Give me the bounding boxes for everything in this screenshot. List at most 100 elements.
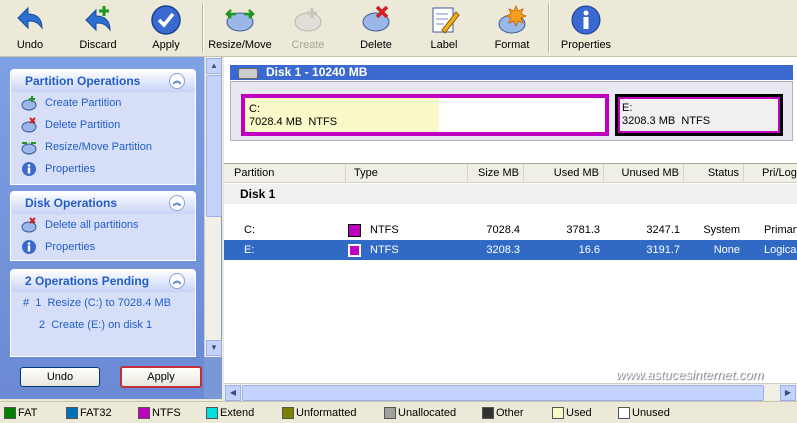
column-header-unused[interactable]: Unused MB — [604, 164, 684, 182]
discard-arrow-icon — [85, 6, 111, 32]
collapse-chevron-icon[interactable]: ︽ — [169, 73, 185, 89]
legend-label: Unused — [632, 407, 670, 419]
column-header-partition[interactable]: Partition — [224, 164, 346, 182]
ntfs-color-swatch — [348, 244, 361, 257]
column-header-type[interactable]: Type — [346, 164, 468, 182]
disk-title: Disk 1 - 10240 MB — [266, 65, 368, 79]
create-label: Create — [291, 39, 325, 51]
label-button[interactable]: Label — [420, 2, 468, 54]
partition-list: Partition Type Size MB Used MB Unused MB… — [224, 163, 797, 384]
cell-type: NTFS — [370, 244, 399, 256]
column-header-status[interactable]: Status — [684, 164, 744, 182]
partition-block-c[interactable]: C: 7028.4 MB NTFS — [241, 94, 609, 136]
partition-properties-link[interactable]: Properties — [11, 158, 195, 180]
pending-operation-label: 2 Create (E:) on disk 1 — [39, 319, 153, 331]
undo-button[interactable]: Undo — [6, 2, 54, 54]
partition-c-text: C: 7028.4 MB NTFS — [249, 103, 337, 129]
scroll-right-icon[interactable]: ▶ — [780, 385, 796, 401]
legend-label: NTFS — [152, 407, 181, 419]
partition-operations-title: Partition Operations — [25, 74, 141, 88]
resize-move-label: Resize/Move — [208, 39, 272, 51]
pending-operation-item[interactable]: 2 Create (E:) on disk 1 — [11, 314, 195, 336]
partition-e-name: E: — [622, 102, 633, 114]
resize-move-button[interactable]: Resize/Move — [208, 2, 272, 54]
disk-operations-header[interactable]: Disk Operations ︽ — [11, 192, 195, 214]
cell-unused: 3191.7 — [646, 244, 680, 256]
list-horizontal-scrollbar[interactable]: ◀ ▶ — [224, 383, 797, 401]
legend-item-used: Used — [552, 406, 592, 420]
legend-label: FAT — [18, 407, 38, 419]
legend-label: Extend — [220, 407, 255, 419]
pane-apply-button[interactable]: Apply — [120, 366, 202, 388]
create-partition-link[interactable]: Create Partition — [11, 92, 195, 114]
hard-disk-icon — [238, 68, 258, 79]
disk-view: Disk 1 - 10240 MB C: 7028.4 MB NTFS E: 3… — [224, 57, 797, 401]
pane-undo-button[interactable]: Undo — [20, 367, 100, 387]
disk-properties-link[interactable]: Properties — [11, 236, 195, 258]
properties-button[interactable]: Properties — [558, 2, 614, 54]
toolbar-separator — [548, 4, 550, 52]
legend-item-unallocated: Unallocated — [384, 406, 456, 420]
column-header-used[interactable]: Used MB — [524, 164, 604, 182]
task-pane-scrollbar[interactable]: ▲ ▼ — [204, 57, 222, 357]
cell-partition: E: — [244, 244, 255, 256]
disk-group-row[interactable]: Disk 1 — [224, 184, 797, 204]
legend-item-fat: FAT — [4, 406, 37, 420]
legend-swatch — [384, 407, 396, 419]
column-header-prilog[interactable]: Pri/Log — [744, 164, 797, 182]
pending-operation-item[interactable]: # 1 Resize (C:) to 7028.4 MB — [11, 292, 195, 314]
format-button[interactable]: Format — [488, 2, 536, 54]
collapse-chevron-icon[interactable]: ︽ — [169, 195, 185, 211]
disk-properties-label: Properties — [45, 241, 96, 253]
legend-item-unformatted: Unformatted — [282, 406, 357, 420]
legend-item-unused: Unused — [618, 406, 670, 420]
table-row[interactable]: C: NTFS 7028.4 3781.3 3247.1 System Prim… — [224, 220, 797, 240]
column-header-size[interactable]: Size MB — [468, 164, 524, 182]
create-partition-icon — [21, 96, 37, 111]
scroll-thumb[interactable] — [242, 385, 764, 401]
resize-partition-icon — [21, 142, 37, 155]
delete-all-partitions-link[interactable]: Delete all partitions — [11, 214, 195, 236]
scroll-thumb[interactable] — [206, 75, 222, 217]
cell-used: 16.6 — [578, 244, 600, 256]
delete-button[interactable]: Delete — [352, 2, 400, 54]
legend-label: Other — [496, 407, 524, 419]
scroll-up-icon[interactable]: ▲ — [206, 58, 222, 74]
create-partition-label: Create Partition — [45, 97, 122, 109]
ntfs-color-swatch — [348, 224, 361, 237]
cell-size: 3208.3 — [486, 244, 520, 256]
partition-block-e[interactable]: E: 3208.3 MB NTFS — [615, 94, 783, 136]
legend-label: Used — [566, 407, 592, 419]
cell-size: 7028.4 — [486, 224, 520, 236]
table-row-selected[interactable]: E: NTFS 3208.3 16.6 3191.7 None Logical — [224, 240, 797, 260]
undo-label: Undo — [16, 39, 44, 51]
label-pencil-icon — [432, 7, 460, 34]
legend-item-ntfs: NTFS — [138, 406, 181, 420]
disk-header: Disk 1 - 10240 MB — [230, 65, 793, 80]
scroll-left-icon[interactable]: ◀ — [225, 385, 241, 401]
apply-label: Apply — [152, 39, 180, 51]
partition-e-info: 3208.3 MB NTFS — [622, 115, 711, 127]
create-button[interactable]: Create — [284, 2, 332, 54]
task-pane-content: Partition Operations ︽ Create Partition … — [0, 57, 204, 399]
partition-c-name: C: — [249, 103, 260, 115]
disk-operations-group: Disk Operations ︽ Delete all partitions … — [10, 191, 196, 261]
discard-button[interactable]: Discard — [72, 2, 124, 54]
delete-disk-icon — [362, 5, 390, 32]
delete-partition-label: Delete Partition — [45, 119, 121, 131]
scroll-down-icon[interactable]: ▼ — [206, 340, 222, 356]
partition-operations-header[interactable]: Partition Operations ︽ — [11, 70, 195, 92]
legend-swatch — [482, 407, 494, 419]
cell-used: 3781.3 — [566, 224, 600, 236]
cell-status: System — [703, 224, 740, 236]
apply-button[interactable]: Apply — [142, 2, 190, 54]
pending-operations-header[interactable]: 2 Operations Pending ︽ — [11, 270, 195, 292]
delete-partition-link[interactable]: Delete Partition — [11, 114, 195, 136]
resize-move-partition-link[interactable]: Resize/Move Partition — [11, 136, 195, 158]
collapse-chevron-icon[interactable]: ︽ — [169, 273, 185, 289]
partition-properties-label: Properties — [45, 163, 96, 175]
cell-prilog: Primary — [764, 224, 797, 236]
watermark-text: www.astucesinternet.com — [616, 367, 764, 382]
legend-swatch — [4, 407, 16, 419]
pending-operations-title: 2 Operations Pending — [25, 274, 150, 288]
